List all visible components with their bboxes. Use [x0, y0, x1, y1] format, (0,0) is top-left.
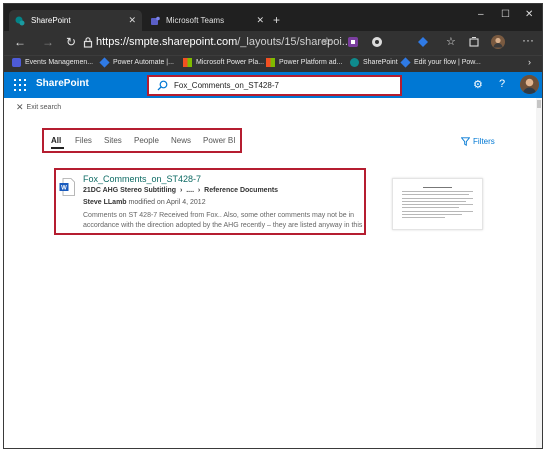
sharepoint-icon [15, 16, 25, 25]
tab-sharepoint[interactable]: SharePoint ✕ [9, 10, 142, 31]
close-window-button[interactable]: ✕ [525, 9, 533, 20]
extension-icon[interactable] [347, 36, 359, 48]
result-title-link[interactable]: Fox_Comments_on_ST428-7 [83, 174, 201, 184]
search-icon [157, 80, 168, 91]
bookmark-sharepoint[interactable]: SharePoint [350, 58, 398, 67]
help-icon[interactable]: ? [499, 78, 505, 90]
result-modified: modified on April 4, 2012 [128, 199, 206, 206]
close-icon: ✕ [16, 102, 24, 112]
new-tab-button[interactable]: + [273, 13, 280, 27]
sharepoint-icon [350, 58, 359, 67]
bookmark-label: Edit your flow | Pow... [414, 59, 481, 66]
tab-strip: SharePoint ✕ Microsoft Teams ✕ + – ☐ ✕ [4, 4, 542, 31]
gear-icon[interactable]: ⚙ [473, 78, 483, 91]
more-menu-icon[interactable]: ··· [522, 33, 534, 47]
exit-search-label: Exit search [26, 104, 62, 111]
bookmark-edit-your-flow[interactable]: Edit your flow | Pow... [400, 57, 481, 68]
bookmark-events-management[interactable]: Events Managemen... [12, 58, 93, 67]
tab-sites[interactable]: Sites [104, 136, 122, 145]
bookmark-power-automate[interactable]: Power Automate |... [99, 57, 174, 68]
browser-window: SharePoint ✕ Microsoft Teams ✕ + – ☐ ✕ ←… [3, 3, 543, 449]
bookmark-microsoft-power-platform[interactable]: Microsoft Power Pla... [183, 58, 264, 67]
url-host: https://smpte.sharepoint.com [96, 36, 238, 48]
suite-header: SharePoint ⚙ ? [4, 72, 542, 98]
favorites-icon[interactable]: ☆ [446, 35, 456, 48]
path-separator: › [178, 187, 185, 194]
vertical-scrollbar[interactable] [536, 98, 542, 448]
url-field[interactable]: https://smpte.sharepoint.com/_layouts/15… [96, 36, 351, 48]
bookmark-label: Power Platform ad... [279, 59, 343, 66]
svg-text:W: W [61, 185, 67, 191]
scrollbar-thumb[interactable] [537, 100, 541, 108]
path-folder-link[interactable]: Reference Documents [204, 187, 278, 194]
search-input[interactable] [174, 81, 374, 90]
selected-tab-indicator [51, 147, 64, 149]
close-icon[interactable]: ✕ [128, 15, 136, 26]
power-automate-icon[interactable] [417, 36, 429, 48]
avatar[interactable] [520, 75, 539, 94]
chevron-right-icon[interactable]: › [528, 57, 531, 67]
app-name[interactable]: SharePoint [36, 78, 89, 89]
bookmark-label: Power Automate |... [113, 59, 174, 66]
bookmark-label: SharePoint [363, 59, 398, 66]
user-photo [520, 75, 539, 94]
document-thumbnail[interactable] [392, 178, 483, 230]
path-ellipsis[interactable]: .... [186, 187, 194, 194]
search-box[interactable] [147, 75, 402, 96]
tab-files[interactable]: Files [75, 136, 92, 145]
url-path: /_layouts/15/sharepoi... [237, 36, 351, 48]
filter-icon [461, 137, 470, 146]
bookmark-power-platform-admin[interactable]: Power Platform ad... [266, 58, 342, 67]
power-automate-icon [400, 57, 411, 68]
maximize-button[interactable]: ☐ [501, 9, 510, 20]
tab-people[interactable]: People [134, 136, 159, 145]
power-automate-icon [99, 57, 110, 68]
filters-label: Filters [473, 137, 495, 146]
address-bar-row: ← → ↻ https://smpte.sharepoint.com/_layo… [4, 31, 542, 55]
exit-search-link[interactable]: ✕ Exit search [16, 102, 61, 113]
result-snippet: Comments on ST 428-7 Received from Fox..… [83, 212, 363, 229]
result-path: 21DC AHG Stereo Subtitling › .... › Refe… [83, 187, 278, 194]
word-document-icon: W [59, 178, 75, 196]
favorite-star-icon[interactable]: ☆ [322, 35, 332, 48]
collections-icon[interactable] [468, 36, 480, 48]
filters-button[interactable]: Filters [461, 137, 495, 146]
extension-icon[interactable] [371, 36, 383, 48]
tab-label: Microsoft Teams [166, 16, 225, 25]
bookmark-label: Microsoft Power Pla... [196, 59, 265, 66]
profile-avatar[interactable] [491, 35, 505, 49]
forward-icon[interactable]: → [42, 35, 54, 49]
app-launcher-icon[interactable] [14, 79, 26, 91]
path-site-link[interactable]: 21DC AHG Stereo Subtitling [83, 187, 176, 194]
close-icon[interactable]: ✕ [256, 15, 264, 26]
lock-icon[interactable] [82, 36, 94, 48]
bookmarks-bar: Events Managemen... Power Automate |... … [4, 55, 542, 72]
result-author[interactable]: Steve LLamb [83, 199, 127, 206]
tab-label: SharePoint [31, 16, 71, 25]
refresh-icon[interactable]: ↻ [66, 35, 76, 49]
teams-icon [151, 16, 160, 25]
result-meta: Steve LLamb modified on April 4, 2012 [83, 199, 206, 206]
tab-news[interactable]: News [171, 136, 191, 145]
events-icon [12, 58, 21, 67]
microsoft-icon [266, 58, 275, 67]
minimize-button[interactable]: – [478, 9, 484, 20]
microsoft-icon [183, 58, 192, 67]
tab-microsoft-teams[interactable]: Microsoft Teams ✕ [144, 10, 270, 31]
back-icon[interactable]: ← [14, 35, 26, 49]
tab-all[interactable]: All [51, 136, 61, 145]
tab-power-bi[interactable]: Power BI [203, 136, 235, 145]
bookmark-label: Events Managemen... [25, 59, 94, 66]
path-separator: › [195, 187, 203, 194]
